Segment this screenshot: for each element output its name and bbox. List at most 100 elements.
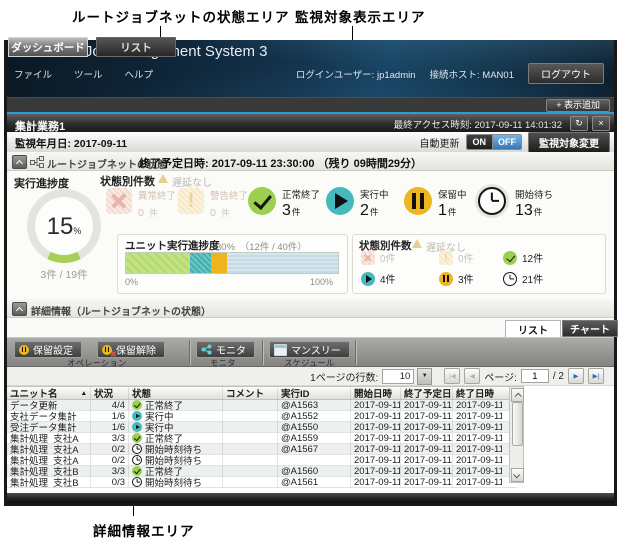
toggle-on[interactable]: ON [466, 135, 493, 149]
prev-page-button[interactable]: ◀ [464, 368, 481, 384]
progress-fraction: 3件 / 19件 [40, 269, 88, 281]
collapse-icon[interactable] [12, 155, 27, 169]
table-row[interactable]: データ更新4/4 正常終了 @A1563 2017-09-11…2017-09-… [7, 400, 517, 411]
rows-per-page-select[interactable]: 10 [382, 368, 415, 384]
col-unit-name[interactable]: ユニット名 ▲ [7, 387, 91, 399]
scrollbar-thumb[interactable] [512, 402, 523, 446]
monitor-date-label: 監視年月日: 2017-09-11 [15, 138, 128, 150]
col-exec-id[interactable]: 実行ID [278, 387, 351, 399]
running-icon [132, 422, 142, 432]
col-comment[interactable]: コメント [223, 387, 278, 399]
panel-header: 集計業務1 最終アクセス時刻: 2017-09-11 14:01:32 ↻ × [7, 112, 614, 133]
scroll-down-icon[interactable] [511, 468, 524, 482]
tab-dashboard[interactable]: ダッシュボード [8, 37, 88, 57]
running-icon [132, 411, 142, 421]
toggle-off[interactable]: OFF [493, 135, 521, 149]
last-access-label: 最終アクセス時刻: 2017-09-11 14:01:32 [393, 119, 562, 131]
scheduled-end-label: 終了予定日時: 2017-09-11 23:30:00 （残り 09時間29分） [139, 158, 423, 170]
start-wait-clock-icon [132, 455, 142, 465]
logout-button[interactable]: ログアウト [528, 63, 604, 84]
table-row[interactable]: 集計処理_支社A0/2 開始時刻待ち 2017-09-11…2017-09-11… [7, 455, 517, 466]
first-page-button[interactable]: |◀ [444, 368, 461, 384]
status-item-abnormal: 異常終了 0 件 [106, 188, 176, 221]
unit-status-box: 状態別件数 遅延なし 0件 0件 12件 4件 3件 21件 [352, 234, 606, 294]
menu-bar: ファイル ツール ヘルプ [14, 67, 153, 81]
page-total: / 2 [552, 370, 564, 382]
tab-list[interactable]: リスト [96, 37, 176, 57]
auto-update-label: 自動更新 [419, 138, 460, 150]
hold-set-button[interactable]: 保留設定 [14, 341, 82, 358]
start-wait-clock-icon [132, 444, 142, 454]
start-wait-clock-icon [132, 477, 142, 487]
close-icon[interactable]: × [592, 116, 610, 131]
add-view-button[interactable]: + 表示追加 [546, 99, 610, 112]
scroll-up-icon[interactable] [511, 388, 524, 402]
status-counts-label: 状態別件数 [100, 176, 155, 188]
window-status-bar [7, 493, 614, 503]
bar-min-label: 0% [125, 277, 139, 287]
normal-end-icon [132, 433, 142, 443]
dashboard: 実行進捗度 15 % 3件 / 19件 状態別件数 遅延なし 異常終了 0 件 … [7, 171, 614, 299]
menu-tools[interactable]: ツール [74, 67, 103, 81]
bar-segment-running [189, 253, 211, 273]
hold-icon [404, 187, 432, 215]
bar-segment-hold [210, 253, 227, 273]
status-item-running: 実行中 2件 [326, 187, 389, 220]
hold-release-button[interactable]: × 保留解除 [97, 341, 165, 359]
status-item-normal: 正常終了 3件 [248, 187, 320, 220]
table-row[interactable]: 集計処理_支社A3/3 正常終了 @A1559 2017-09-11…2017-… [7, 433, 517, 444]
col-status[interactable]: 状態 [129, 387, 223, 399]
unit-status-warning: 0件 [439, 250, 474, 265]
normal-end-icon [248, 187, 276, 215]
tab-detail-list[interactable]: リスト [505, 320, 561, 337]
session-info: ログインユーザー: jp1admin 接続ホスト: MAN01 ログアウト [296, 63, 604, 84]
table-row[interactable]: 集計処理_支社B3/3 正常終了 @A1560 2017-09-11…2017-… [7, 466, 517, 477]
abnormal-end-icon [361, 250, 375, 265]
auto-update-toggle: ON OFF [465, 134, 522, 150]
unit-status-normal: 12件 [503, 250, 543, 265]
abnormal-end-icon [106, 188, 132, 214]
refresh-icon[interactable]: ↻ [570, 116, 588, 131]
page-input[interactable] [520, 369, 549, 383]
table-row: 支社データ集計1/6 実行中 @A1552 2017-09-11…2017-09… [7, 411, 517, 422]
monitor-button[interactable]: モニタ [196, 341, 255, 358]
normal-end-icon [503, 250, 517, 265]
unit-status-abnormal: 0件 [361, 250, 396, 265]
unit-status-waiting: 21件 [503, 271, 543, 286]
change-monitor-target-button[interactable]: 監視対象変更 [528, 131, 610, 153]
monthly-button[interactable]: マンスリー [269, 341, 350, 358]
unit-progress-label: ユニット実行進捗度 [125, 240, 220, 252]
menu-help[interactable]: ヘルプ [125, 67, 154, 81]
unit-status-running: 4件 [361, 271, 396, 286]
sort-asc-icon: ▲ [80, 389, 87, 397]
warning-end-icon [178, 188, 204, 214]
table-row[interactable]: 受注データ集計1/6 実行中 @A1550 2017-09-11…2017-09… [7, 422, 517, 433]
collapse-icon[interactable] [12, 302, 27, 316]
bar-segment-waiting [226, 253, 338, 273]
normal-end-icon [132, 466, 142, 476]
menu-file[interactable]: ファイル [14, 67, 52, 81]
view-toolbar: + 表示追加 [7, 97, 614, 112]
calendar-icon [274, 343, 287, 356]
unit-progress-bar [125, 252, 339, 274]
tab-detail-chart[interactable]: チャート [562, 320, 618, 337]
col-scheduled-end[interactable]: 終了予定日時 [401, 387, 453, 399]
table-row[interactable]: 集計処理_支社A0/2 開始時刻待ち @A1567 2017-09-11…201… [7, 444, 517, 455]
annotation-monitor-target-area: 監視対象表示エリア [295, 10, 426, 25]
table-scrollbar[interactable] [509, 386, 524, 483]
chevron-down-icon[interactable]: ▼ [417, 367, 433, 385]
col-progress[interactable]: 状況 [91, 387, 129, 399]
next-page-button[interactable]: ▶ [568, 368, 584, 384]
col-end[interactable]: 終了日時 [453, 387, 502, 399]
last-page-button[interactable]: ▶| [588, 368, 604, 384]
units-table: ユニット名▲ 状況 状態 コメント 実行ID 開始日時 終了予定日時 終了日時 … [7, 386, 517, 488]
hold-icon [439, 271, 453, 286]
table-row[interactable]: 集計処理_支社B0/3 開始時刻待ち @A1561 2017-09-11…201… [7, 477, 517, 488]
jobnet-icon [30, 156, 44, 168]
annotation-root-jobnet-area: ルートジョブネットの状態エリア [72, 10, 290, 25]
monitor-bar: 監視年月日: 2017-09-11 自動更新 ON OFF 監視対象変更 [7, 131, 614, 153]
detail-section-title: 詳細情報（ルートジョブネットの状態） [31, 307, 211, 318]
col-start[interactable]: 開始日時 [351, 387, 401, 399]
warning-triangle-icon [412, 239, 422, 248]
warning-end-icon [439, 250, 453, 265]
